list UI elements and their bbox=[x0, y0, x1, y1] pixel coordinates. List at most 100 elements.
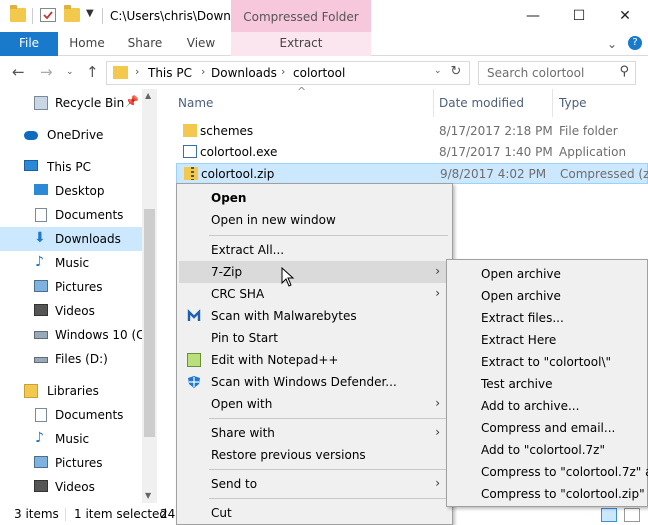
submenu-item-extract-here[interactable]: Extract Here bbox=[449, 329, 648, 351]
file-date: 9/8/2017 4:02 PM bbox=[440, 167, 547, 181]
nav-item-videos[interactable]: Videos bbox=[0, 299, 142, 323]
close-button[interactable]: ✕ bbox=[602, 0, 648, 32]
videos-icon bbox=[34, 480, 48, 492]
submenu-item-extract-files[interactable]: Extract files... bbox=[449, 307, 648, 329]
nav-scrollbar[interactable]: ▲ ▼ bbox=[142, 89, 157, 503]
chevron-right-icon[interactable]: › bbox=[135, 65, 139, 78]
file-row-schemes[interactable]: schemes 8/17/2017 2:18 PM File folder bbox=[176, 121, 648, 142]
nav-item-desktop[interactable]: Desktop bbox=[0, 179, 142, 203]
forward-arrow-icon[interactable]: → bbox=[40, 63, 53, 81]
submenu-item-label: Extract files... bbox=[481, 311, 564, 325]
large-icons-view-icon[interactable] bbox=[624, 508, 640, 522]
tab-home[interactable]: Home bbox=[62, 32, 112, 56]
chevron-right-icon: › bbox=[435, 425, 440, 439]
menu-item-open[interactable]: Open bbox=[179, 187, 450, 209]
expand-ribbon-icon[interactable]: ⌄ bbox=[607, 37, 617, 51]
malwarebytes-icon bbox=[187, 309, 201, 323]
search-icon[interactable]: ⚲ bbox=[619, 64, 629, 79]
title-bar: ▼ C:\Users\chris\Down... Compressed Fold… bbox=[0, 0, 648, 58]
breadcrumb-colortool[interactable]: colortool bbox=[293, 66, 345, 80]
up-arrow-icon[interactable]: ↑ bbox=[86, 63, 99, 81]
menu-item-send-to[interactable]: Send to › bbox=[179, 473, 450, 495]
column-header-type[interactable]: Type bbox=[559, 96, 587, 110]
nav-item-files-d[interactable]: Files (D:) bbox=[0, 347, 142, 371]
submenu-item-label: Extract Here bbox=[481, 333, 557, 347]
column-divider[interactable] bbox=[433, 89, 434, 117]
submenu-item-label: Open archive bbox=[481, 267, 561, 281]
nav-item-pictures[interactable]: Pictures bbox=[0, 275, 142, 299]
breadcrumb-downloads[interactable]: Downloads bbox=[211, 66, 277, 80]
pin-icon[interactable]: 📌 bbox=[125, 95, 139, 108]
nav-item-lib-documents[interactable]: Documents bbox=[0, 403, 142, 427]
scroll-up-icon[interactable]: ▲ bbox=[145, 91, 151, 100]
menu-item-open-with[interactable]: Open with › bbox=[179, 393, 450, 415]
column-divider[interactable] bbox=[552, 89, 553, 117]
menu-item-crc-sha[interactable]: CRC SHA › bbox=[179, 283, 450, 305]
submenu-item-compress-zip-email[interactable]: Compress to "colortool.zip" and bbox=[449, 483, 648, 505]
scroll-down-icon[interactable]: ▼ bbox=[145, 491, 151, 500]
submenu-item-add-to-archive[interactable]: Add to archive... bbox=[449, 395, 648, 417]
submenu-item-compress-email[interactable]: Compress and email... bbox=[449, 417, 648, 439]
column-header-date[interactable]: Date modified bbox=[439, 96, 524, 110]
refresh-icon[interactable]: ↻ bbox=[447, 64, 465, 82]
chevron-right-icon[interactable]: › bbox=[281, 65, 285, 78]
submenu-item-open-archive-2[interactable]: Open archive bbox=[449, 285, 648, 307]
menu-item-cut[interactable]: Cut bbox=[179, 502, 450, 524]
new-folder-icon[interactable] bbox=[64, 5, 80, 22]
search-input[interactable] bbox=[487, 66, 607, 80]
submenu-item-add-to-7z[interactable]: Add to "colortool.7z" bbox=[449, 439, 648, 461]
qat-dropdown-icon[interactable]: ▼ bbox=[86, 8, 94, 19]
search-box[interactable]: ⚲ bbox=[478, 61, 636, 85]
menu-item-extract-all[interactable]: Extract All... bbox=[179, 239, 450, 261]
pictures-icon bbox=[34, 456, 48, 468]
nav-item-lib-pictures[interactable]: Pictures bbox=[0, 451, 142, 475]
nav-item-lib-videos[interactable]: Videos bbox=[0, 475, 142, 499]
scrollbar-thumb[interactable] bbox=[144, 209, 155, 437]
nav-item-downloads[interactable]: ⬇ Downloads bbox=[0, 227, 142, 251]
maximize-button[interactable]: ☐ bbox=[556, 0, 602, 32]
submenu-item-open-archive[interactable]: Open archive bbox=[449, 263, 648, 285]
tab-view[interactable]: View bbox=[176, 32, 226, 56]
properties-icon[interactable] bbox=[40, 8, 56, 22]
submenu-item-compress-7z-email[interactable]: Compress to "colortool.7z" and bbox=[449, 461, 648, 483]
tab-file[interactable]: File bbox=[0, 32, 58, 56]
menu-item-pin-to-start[interactable]: Pin to Start bbox=[179, 327, 450, 349]
submenu-item-label: Compress to "colortool.zip" and bbox=[481, 487, 648, 501]
menu-item-scan-defender[interactable]: Scan with Windows Defender... bbox=[179, 371, 450, 393]
nav-item-recycle-bin[interactable]: Recycle Bin 📌 bbox=[0, 91, 142, 115]
menu-item-scan-malwarebytes[interactable]: Scan with Malwarebytes bbox=[179, 305, 450, 327]
details-view-icon[interactable] bbox=[601, 508, 617, 522]
address-dropdown-icon[interactable]: ⌄ bbox=[434, 66, 442, 76]
nav-label: Windows 10 (C:) bbox=[55, 328, 154, 342]
breadcrumb-this-pc[interactable]: This PC bbox=[148, 66, 192, 80]
tab-extract[interactable]: Extract bbox=[270, 32, 332, 56]
address-bar[interactable]: › This PC › Downloads › colortool ⌄ ↻ bbox=[106, 61, 470, 85]
file-row-colortool-zip[interactable]: colortool.zip 9/8/2017 4:02 PM Compresse… bbox=[176, 163, 648, 184]
menu-item-share-with[interactable]: Share with › bbox=[179, 422, 450, 444]
column-header-name[interactable]: Name bbox=[178, 96, 213, 110]
nav-item-onedrive[interactable]: OneDrive bbox=[0, 123, 142, 147]
nav-item-lib-music[interactable]: ♪ Music bbox=[0, 427, 142, 451]
menu-item-restore-versions[interactable]: Restore previous versions bbox=[179, 444, 450, 466]
menu-item-7zip[interactable]: 7-Zip › bbox=[179, 261, 450, 283]
menu-separator bbox=[209, 418, 448, 419]
submenu-item-test-archive[interactable]: Test archive bbox=[449, 373, 648, 395]
nav-item-windows-c[interactable]: Windows 10 (C:) bbox=[0, 323, 153, 347]
tab-share[interactable]: Share bbox=[120, 32, 170, 56]
nav-item-libraries[interactable]: Libraries bbox=[0, 379, 142, 403]
chevron-right-icon[interactable]: › bbox=[201, 65, 205, 78]
file-row-colortool-exe[interactable]: colortool.exe 8/17/2017 1:40 PM Applicat… bbox=[176, 142, 648, 163]
recycle-bin-icon bbox=[34, 96, 48, 110]
menu-item-open-new-window[interactable]: Open in new window bbox=[179, 209, 450, 231]
minimize-button[interactable]: — bbox=[510, 0, 556, 32]
recent-locations-icon[interactable]: ⌄ bbox=[66, 67, 74, 77]
status-selected: 1 item selected bbox=[74, 507, 168, 521]
nav-item-music[interactable]: ♪ Music bbox=[0, 251, 142, 275]
submenu-item-extract-to[interactable]: Extract to "colortool\" bbox=[449, 351, 648, 373]
help-icon[interactable]: ? bbox=[628, 36, 642, 50]
back-arrow-icon[interactable]: ← bbox=[12, 63, 25, 81]
nav-item-this-pc[interactable]: This PC bbox=[0, 155, 142, 179]
menu-item-edit-notepadpp[interactable]: Edit with Notepad++ bbox=[179, 349, 450, 371]
nav-item-documents[interactable]: Documents bbox=[0, 203, 142, 227]
nav-label: Music bbox=[55, 432, 90, 446]
